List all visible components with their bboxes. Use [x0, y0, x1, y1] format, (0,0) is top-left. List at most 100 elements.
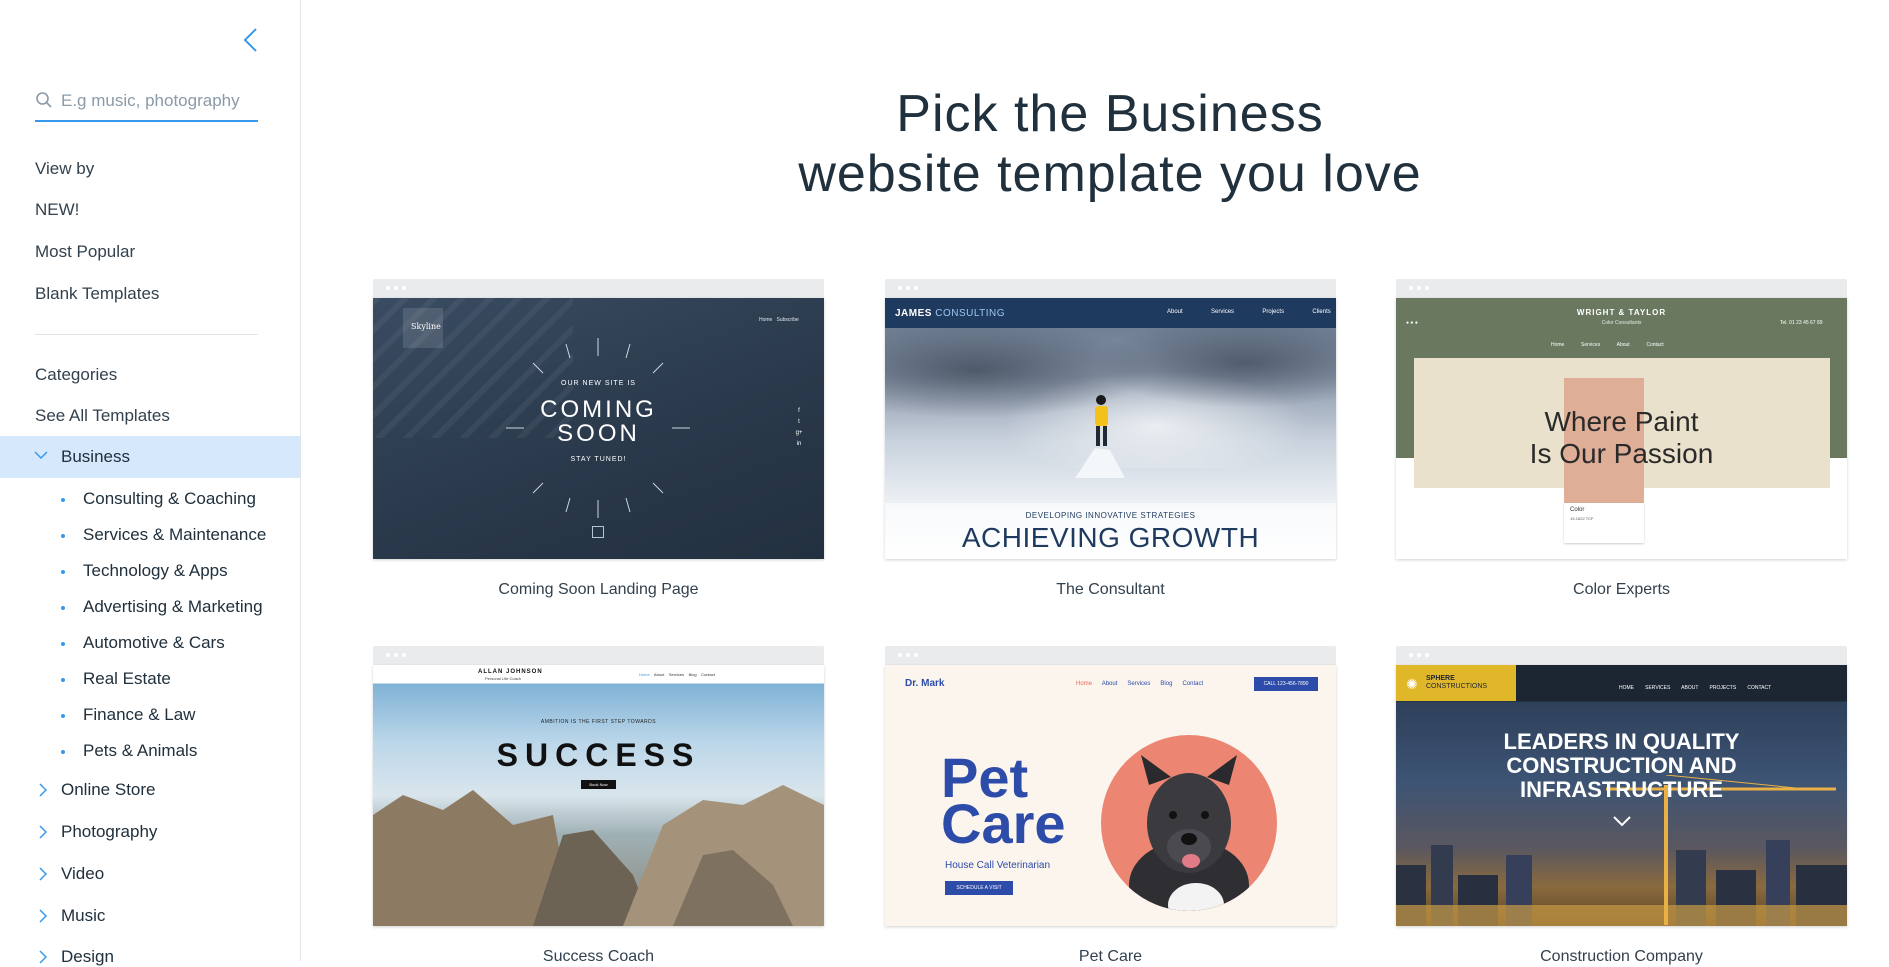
template-preview: JAMES CONSULTING About Services Projects… [885, 298, 1336, 559]
template-preview: ● ● ● WRIGHT & TAYLOR Color Consultants … [1396, 298, 1847, 559]
template-subtitle: House Call Veterinarian [945, 860, 1051, 871]
bullet-dot [61, 570, 65, 574]
template-title: ACHIEVING GROWTH [961, 522, 1260, 553]
nav-item: Home [759, 317, 773, 323]
template-caption: Construction Company [1540, 948, 1703, 965]
template-tagline: STAY TUNED! [570, 456, 627, 463]
sidebar: View by NEW! Most Popular Blank Template… [0, 0, 301, 966]
template-cta-button: SCHEDULE A VISIT [945, 881, 1013, 895]
subcategory-label: Automotive & Cars [83, 633, 225, 652]
template-brand-suffix: CONSULTING [935, 308, 1006, 319]
template-card-success-coach[interactable]: ALLAN JOHNSON Personal Life Coach Home A… [373, 646, 824, 966]
template-kicker: DEVELOPING INNOVATIVE STRATEGIES [1025, 511, 1196, 520]
template-caption: Pet Care [1078, 948, 1143, 965]
subcategory-label: Real Estate [83, 669, 171, 688]
template-card-color-experts[interactable]: ● ● ● WRIGHT & TAYLOR Color Consultants … [1396, 279, 1847, 599]
climber-figure [1075, 395, 1125, 478]
nav-item: ABOUT [1681, 685, 1699, 691]
nav-item: About [1616, 342, 1630, 348]
chevron-right-icon [39, 950, 47, 964]
category-business-label: Business [61, 447, 130, 466]
browser-bar [1396, 646, 1847, 665]
template-subtitle: Personal Life Coach [485, 676, 522, 681]
nav-item: About [1167, 309, 1183, 315]
template-preview: ✺ SPHERE CONSTRUCTIONS HOME SERVICES ABO… [1396, 665, 1847, 926]
template-caption: The Consultant [1056, 581, 1165, 598]
nav-item: Contact [1182, 681, 1204, 687]
view-blank-templates-link[interactable]: Blank Templates [35, 284, 159, 304]
nav-item: Home [1076, 681, 1093, 687]
template-card-construction[interactable]: ✺ SPHERE CONSTRUCTIONS HOME SERVICES ABO… [1396, 646, 1847, 966]
category-label: Music [61, 906, 106, 925]
subcategory-label: Consulting & Coaching [83, 489, 256, 508]
category-label: Design [61, 947, 114, 966]
browser-bar [885, 646, 1336, 665]
bullet-dot [61, 498, 65, 502]
instagram-icon: in [796, 441, 802, 447]
nav-item: CONTACT [1747, 685, 1772, 691]
swatch-card: Color 19-1622 TCF [1564, 503, 1644, 543]
template-card-coming-soon[interactable]: Skyline Home Subscribe OUR NEW SITE IS C… [373, 279, 824, 599]
view-most-popular-link[interactable]: Most Popular [35, 242, 135, 262]
chevron-right-icon [39, 825, 47, 839]
collapse-sidebar-button[interactable] [240, 26, 262, 54]
chevron-right-icon [39, 783, 47, 797]
template-logo: Skyline [411, 322, 441, 331]
template-brand: ALLAN JOHNSON [478, 669, 543, 675]
nav-item: Clients [1312, 309, 1331, 315]
bullet-dot [61, 534, 65, 538]
categories-label: Categories [35, 365, 118, 384]
see-all-templates-link[interactable]: See All Templates [35, 406, 170, 426]
google-plus-icon: g+ [795, 430, 803, 436]
nav-item: PROJECTS [1709, 685, 1737, 691]
logo-icon: ✺ [1406, 676, 1418, 692]
template-cta-button: Book Now [581, 780, 616, 789]
browser-bar [373, 279, 824, 298]
template-phone: Tel. 01 23 45 67 89 [1780, 320, 1823, 326]
browser-bar [1396, 279, 1847, 298]
template-caption: Coming Soon Landing Page [498, 581, 699, 598]
chevron-right-icon [39, 909, 47, 923]
view-new-link[interactable]: NEW! [35, 200, 79, 220]
template-preview: ALLAN JOHNSON Personal Life Coach Home A… [373, 665, 824, 926]
nav-item: About [1101, 681, 1118, 687]
template-title-line-2: CONSTRUCTION AND [1506, 753, 1737, 778]
bullet-dot [61, 678, 65, 682]
view-by-label: View by [35, 159, 95, 178]
nav-item: Blog [1160, 681, 1173, 687]
browser-bar [885, 279, 1336, 298]
template-card-pet-care[interactable]: Dr. Mark Home About Services Blog Contac… [885, 646, 1336, 966]
template-card-consultant[interactable]: JAMES CONSULTING About Services Projects… [885, 279, 1336, 599]
chevron-right-icon [39, 867, 47, 881]
nav-item: HOME [1619, 685, 1634, 691]
template-title-line-2: Is Our Passion [1529, 438, 1714, 469]
template-preview: Dr. Mark Home About Services Blog Contac… [885, 665, 1336, 926]
template-brand: WRIGHT & TAYLOR [1576, 308, 1667, 317]
nav-item: About [653, 672, 665, 677]
nav-item: Services [668, 672, 685, 677]
template-brand: Dr. Mark [905, 678, 945, 689]
nav-item: Projects [1262, 309, 1285, 315]
template-title-line-2: Care [941, 792, 1066, 855]
category-business[interactable]: Business [0, 436, 300, 478]
bullet-dot [61, 642, 65, 646]
category-label: Video [61, 864, 105, 883]
scroll-down-icon [592, 526, 604, 538]
nav-item: Home [639, 672, 650, 677]
search-box [35, 86, 258, 122]
subcategory-label: Pets & Animals [83, 741, 198, 760]
bullet-dot [61, 714, 65, 718]
subcategory-label: Finance & Law [83, 705, 196, 724]
facebook-icon: f [798, 408, 800, 414]
swatch-label: Color [1570, 507, 1585, 513]
nav-item: Services [1211, 309, 1235, 315]
chevron-down-icon [34, 451, 48, 460]
category-label: Online Store [61, 780, 156, 799]
nav-item: Contact [1646, 342, 1664, 348]
page-title-line-2: website template you love [798, 145, 1422, 203]
search-icon [36, 92, 52, 108]
template-title-line-1: Where Paint [1544, 406, 1699, 437]
nav-item: Services [1127, 681, 1151, 687]
page-title: Pick the Business website template you l… [640, 84, 1580, 204]
search-input[interactable] [61, 86, 256, 116]
